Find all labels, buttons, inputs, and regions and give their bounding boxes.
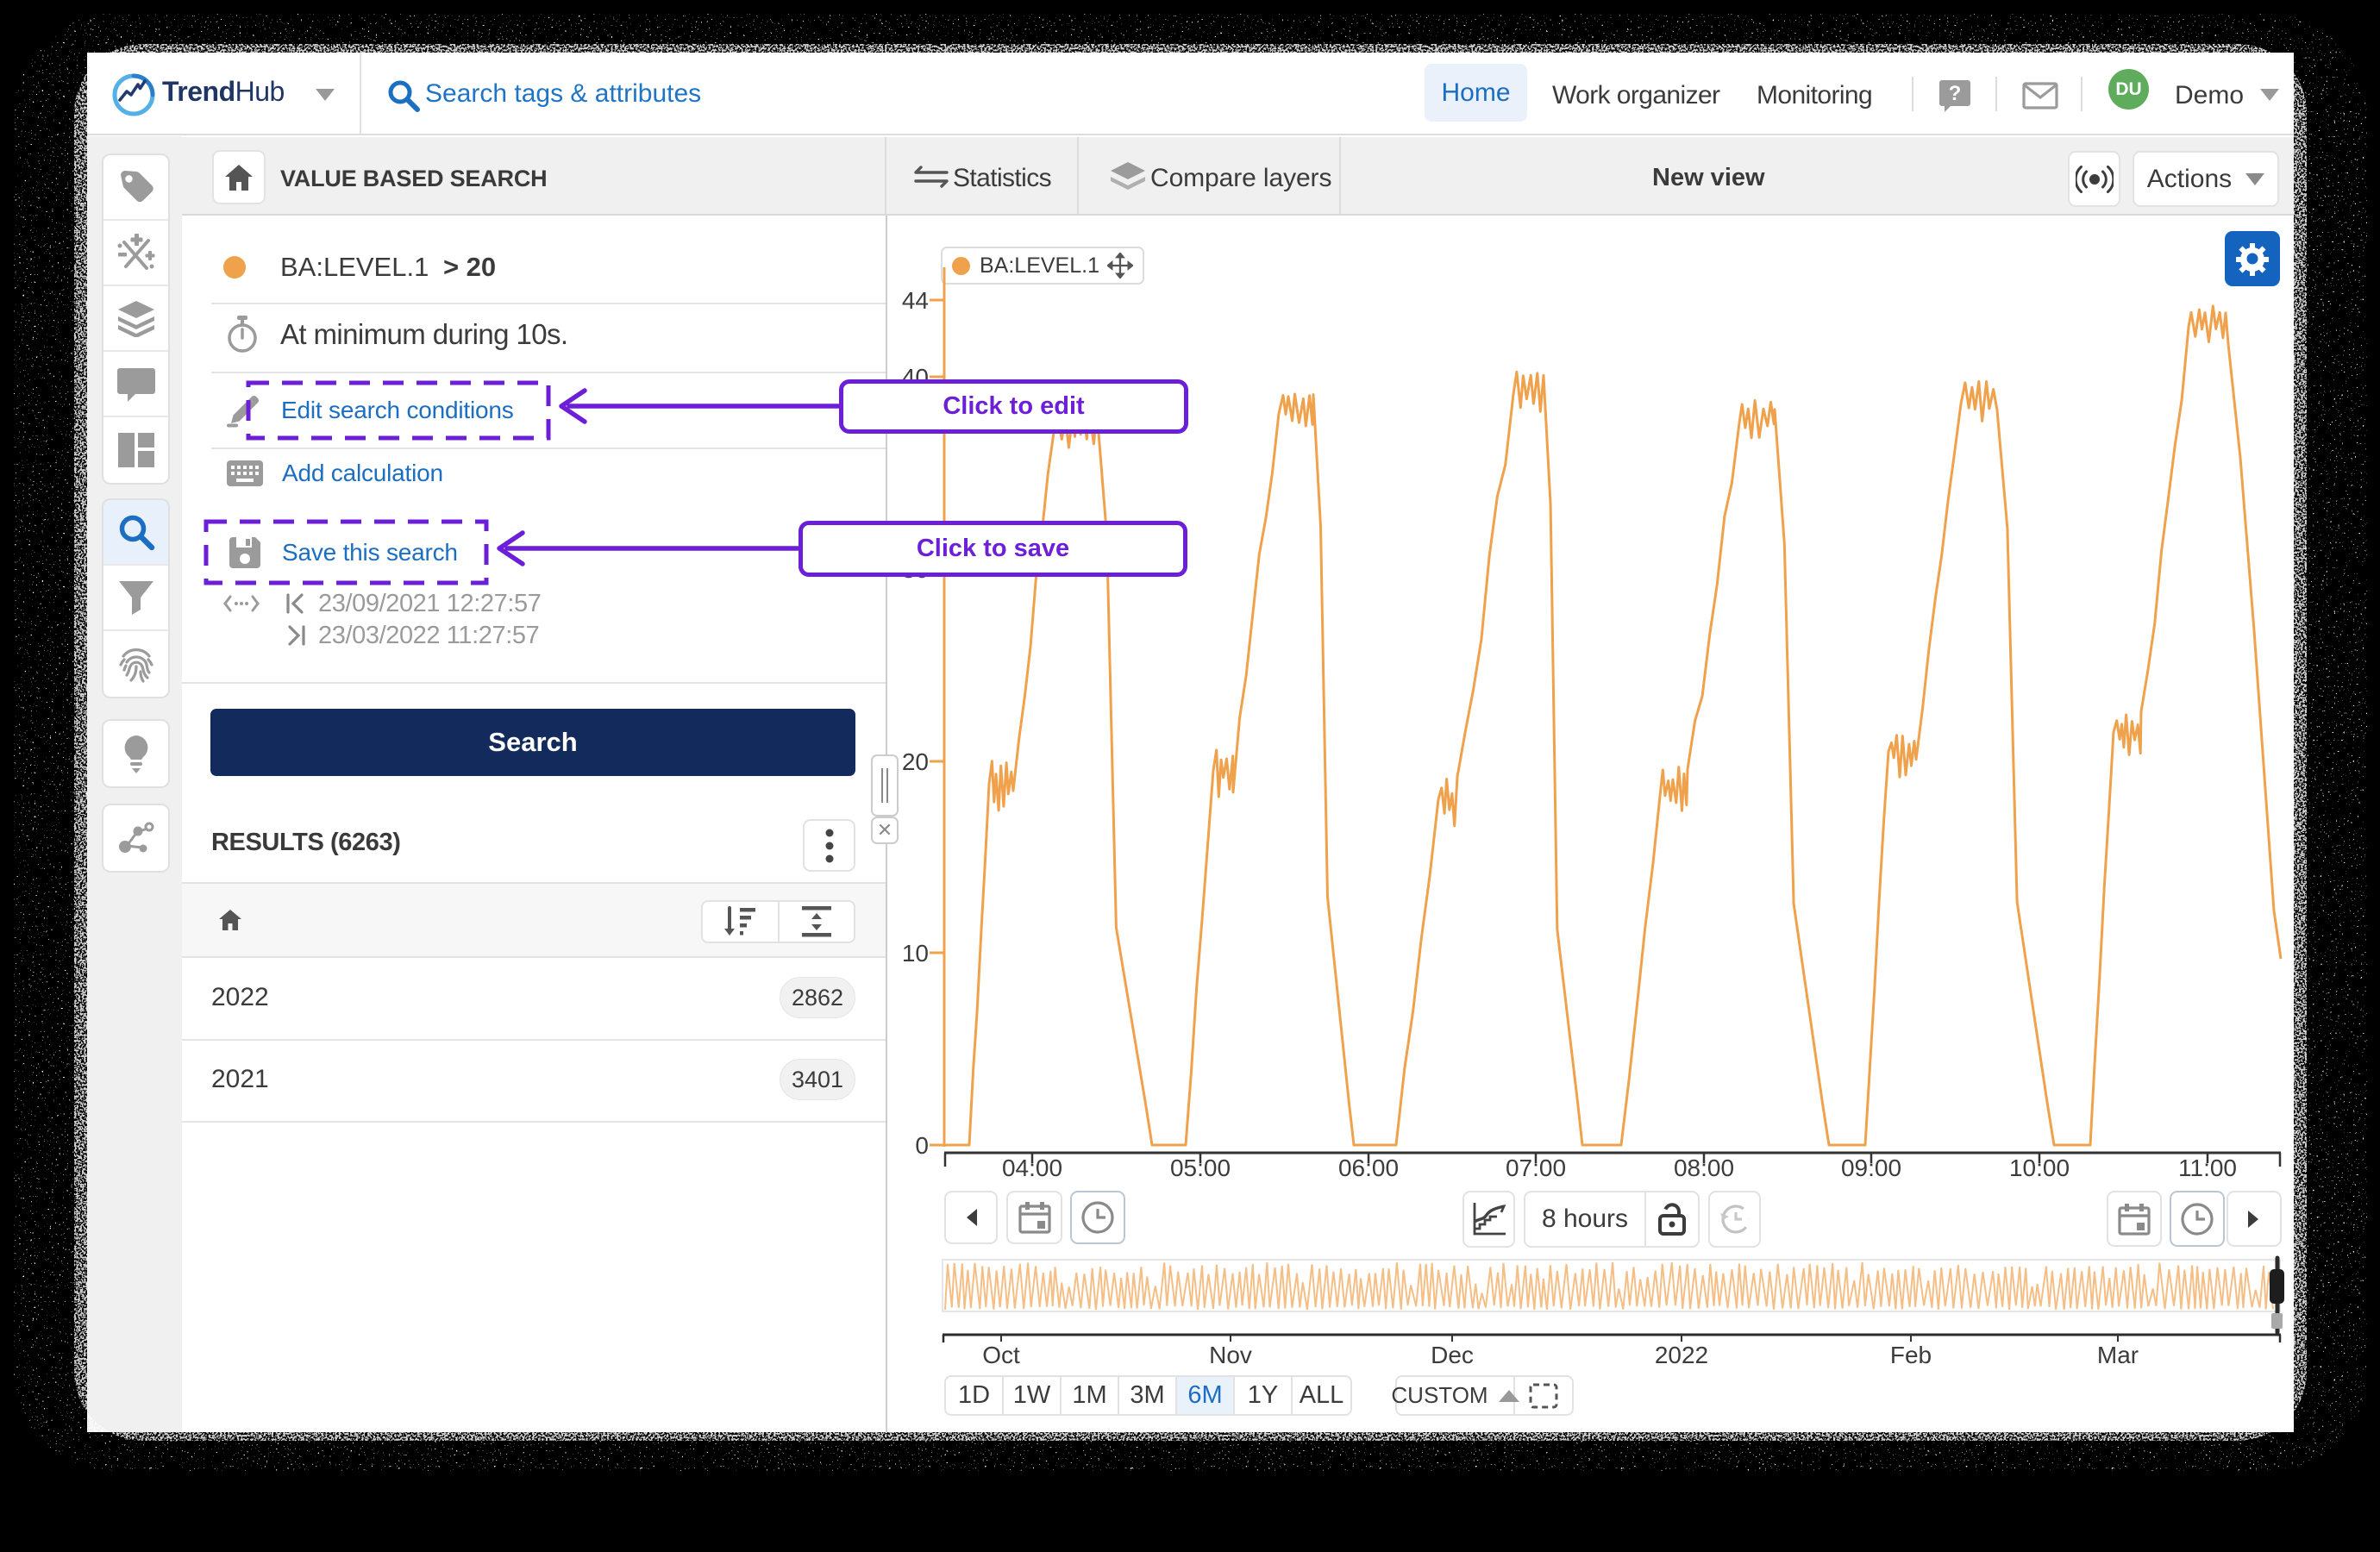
svg-text:?: ? — [1949, 82, 1962, 105]
